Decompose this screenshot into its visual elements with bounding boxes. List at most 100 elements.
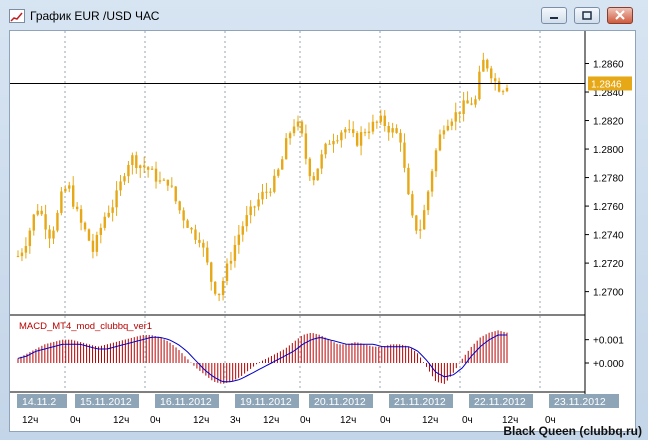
price-candle [182, 207, 185, 229]
price-candle [115, 181, 118, 216]
price-candle [190, 227, 193, 234]
window-title: График EUR /USD ЧАС [30, 9, 160, 23]
price-candle [320, 149, 323, 175]
price-candle [28, 227, 32, 254]
svg-text:15.11.2012: 15.11.2012 [80, 396, 132, 408]
price-candle [391, 122, 394, 138]
price-tick-label: 1.2720 [593, 259, 624, 270]
price-candle [284, 133, 288, 160]
price-candle [336, 134, 339, 144]
date-label: 21.11.2012 [389, 394, 453, 408]
price-candle [281, 156, 284, 170]
chart-area[interactable]: 1.2860 1.2840 1.2820 1.2800 1.2780 1.2760 1.27… [9, 30, 636, 432]
price-candle [363, 128, 367, 137]
price-candle [395, 124, 398, 134]
price-candle [352, 121, 355, 138]
hour-label: 0ч [150, 415, 161, 426]
price-candle [253, 205, 256, 217]
price-candle [454, 102, 457, 131]
price-candle [103, 212, 106, 231]
price-tick-label: 1.2700 [593, 288, 624, 299]
price-candle [438, 129, 442, 152]
price-candle [174, 185, 177, 205]
chart-window-icon [9, 9, 25, 23]
restore-button[interactable] [574, 7, 600, 24]
macd-indicator-title: MACD_MT4_mod_clubbq_ver1 [19, 321, 152, 332]
svg-text:22.11.2012: 22.11.2012 [474, 396, 526, 408]
price-candle [24, 237, 28, 259]
hour-label: 12ч [22, 415, 38, 426]
price-candle [466, 91, 469, 104]
macd-tick-label: +0.000 [593, 359, 624, 370]
price-candle [186, 218, 189, 228]
price-candle [68, 181, 71, 193]
price-candle [36, 204, 39, 217]
price-candle [277, 167, 280, 178]
price-candle [419, 219, 422, 239]
price-candle [91, 233, 95, 259]
price-tick-label: 1.2820 [593, 117, 624, 128]
title-bar[interactable]: График EUR /USD ЧАС [0, 0, 648, 30]
price-candle [241, 221, 244, 242]
price-candle [430, 168, 434, 197]
price-candle [87, 228, 91, 242]
price-candle [119, 175, 122, 196]
hour-label: 12ч [422, 415, 438, 426]
price-candle [426, 189, 430, 215]
date-label: 23.11.2012 [549, 394, 619, 408]
price-candle [422, 204, 426, 230]
price-candle [56, 210, 59, 233]
price-candle [446, 119, 450, 132]
price-tick-label: 1.2780 [593, 174, 624, 185]
price-candle [304, 124, 308, 165]
price-candle [273, 169, 276, 194]
hour-label: 12ч [113, 415, 129, 426]
price-candle [111, 199, 114, 222]
price-candle [387, 122, 390, 141]
price-candle [162, 178, 166, 181]
price-candle [486, 58, 489, 72]
hour-label: 0ч [70, 415, 81, 426]
price-candle [135, 151, 138, 174]
price-candle [64, 185, 67, 193]
price-candle [60, 186, 63, 216]
price-candle [470, 97, 473, 106]
price-candle [83, 221, 87, 232]
chart-canvas[interactable]: 1.28601.28401.28201.28001.27801.27601.27… [10, 31, 635, 431]
price-candle [217, 293, 221, 302]
hour-label: 0ч [300, 415, 311, 426]
price-candle [493, 73, 497, 91]
price-candle [359, 126, 363, 156]
price-candle [225, 258, 229, 286]
svg-text:23.11.2012: 23.11.2012 [554, 396, 606, 408]
price-candle [202, 239, 205, 257]
price-candle [462, 91, 465, 122]
close-button[interactable] [607, 7, 633, 24]
hour-label: 3ч [230, 415, 241, 426]
price-candle [501, 89, 505, 95]
price-candle [261, 184, 264, 205]
hour-label: 12ч [193, 415, 209, 426]
price-candle [434, 148, 438, 178]
price-candle [371, 114, 375, 135]
chart-window: График EUR /USD ЧАС 1.2860 1.2840 1.2820 1.… [0, 0, 648, 440]
hour-label: 0ч [462, 415, 473, 426]
price-candle [52, 226, 55, 245]
price-candle [245, 205, 248, 232]
price-candle [367, 122, 371, 140]
price-candle [79, 205, 83, 231]
minimize-button[interactable] [541, 7, 567, 24]
price-candle [411, 190, 414, 218]
price-candle [497, 77, 501, 93]
price-candle [123, 172, 126, 185]
price-candle [16, 250, 20, 258]
price-candle [308, 157, 312, 181]
price-candle [178, 200, 181, 214]
price-candle [194, 224, 197, 245]
price-candle [146, 165, 150, 178]
price-candle [229, 251, 233, 271]
price-candle [265, 182, 268, 200]
price-candle [213, 281, 217, 296]
price-candle [221, 277, 225, 301]
svg-text:14.11.2: 14.11.2 [22, 396, 56, 408]
